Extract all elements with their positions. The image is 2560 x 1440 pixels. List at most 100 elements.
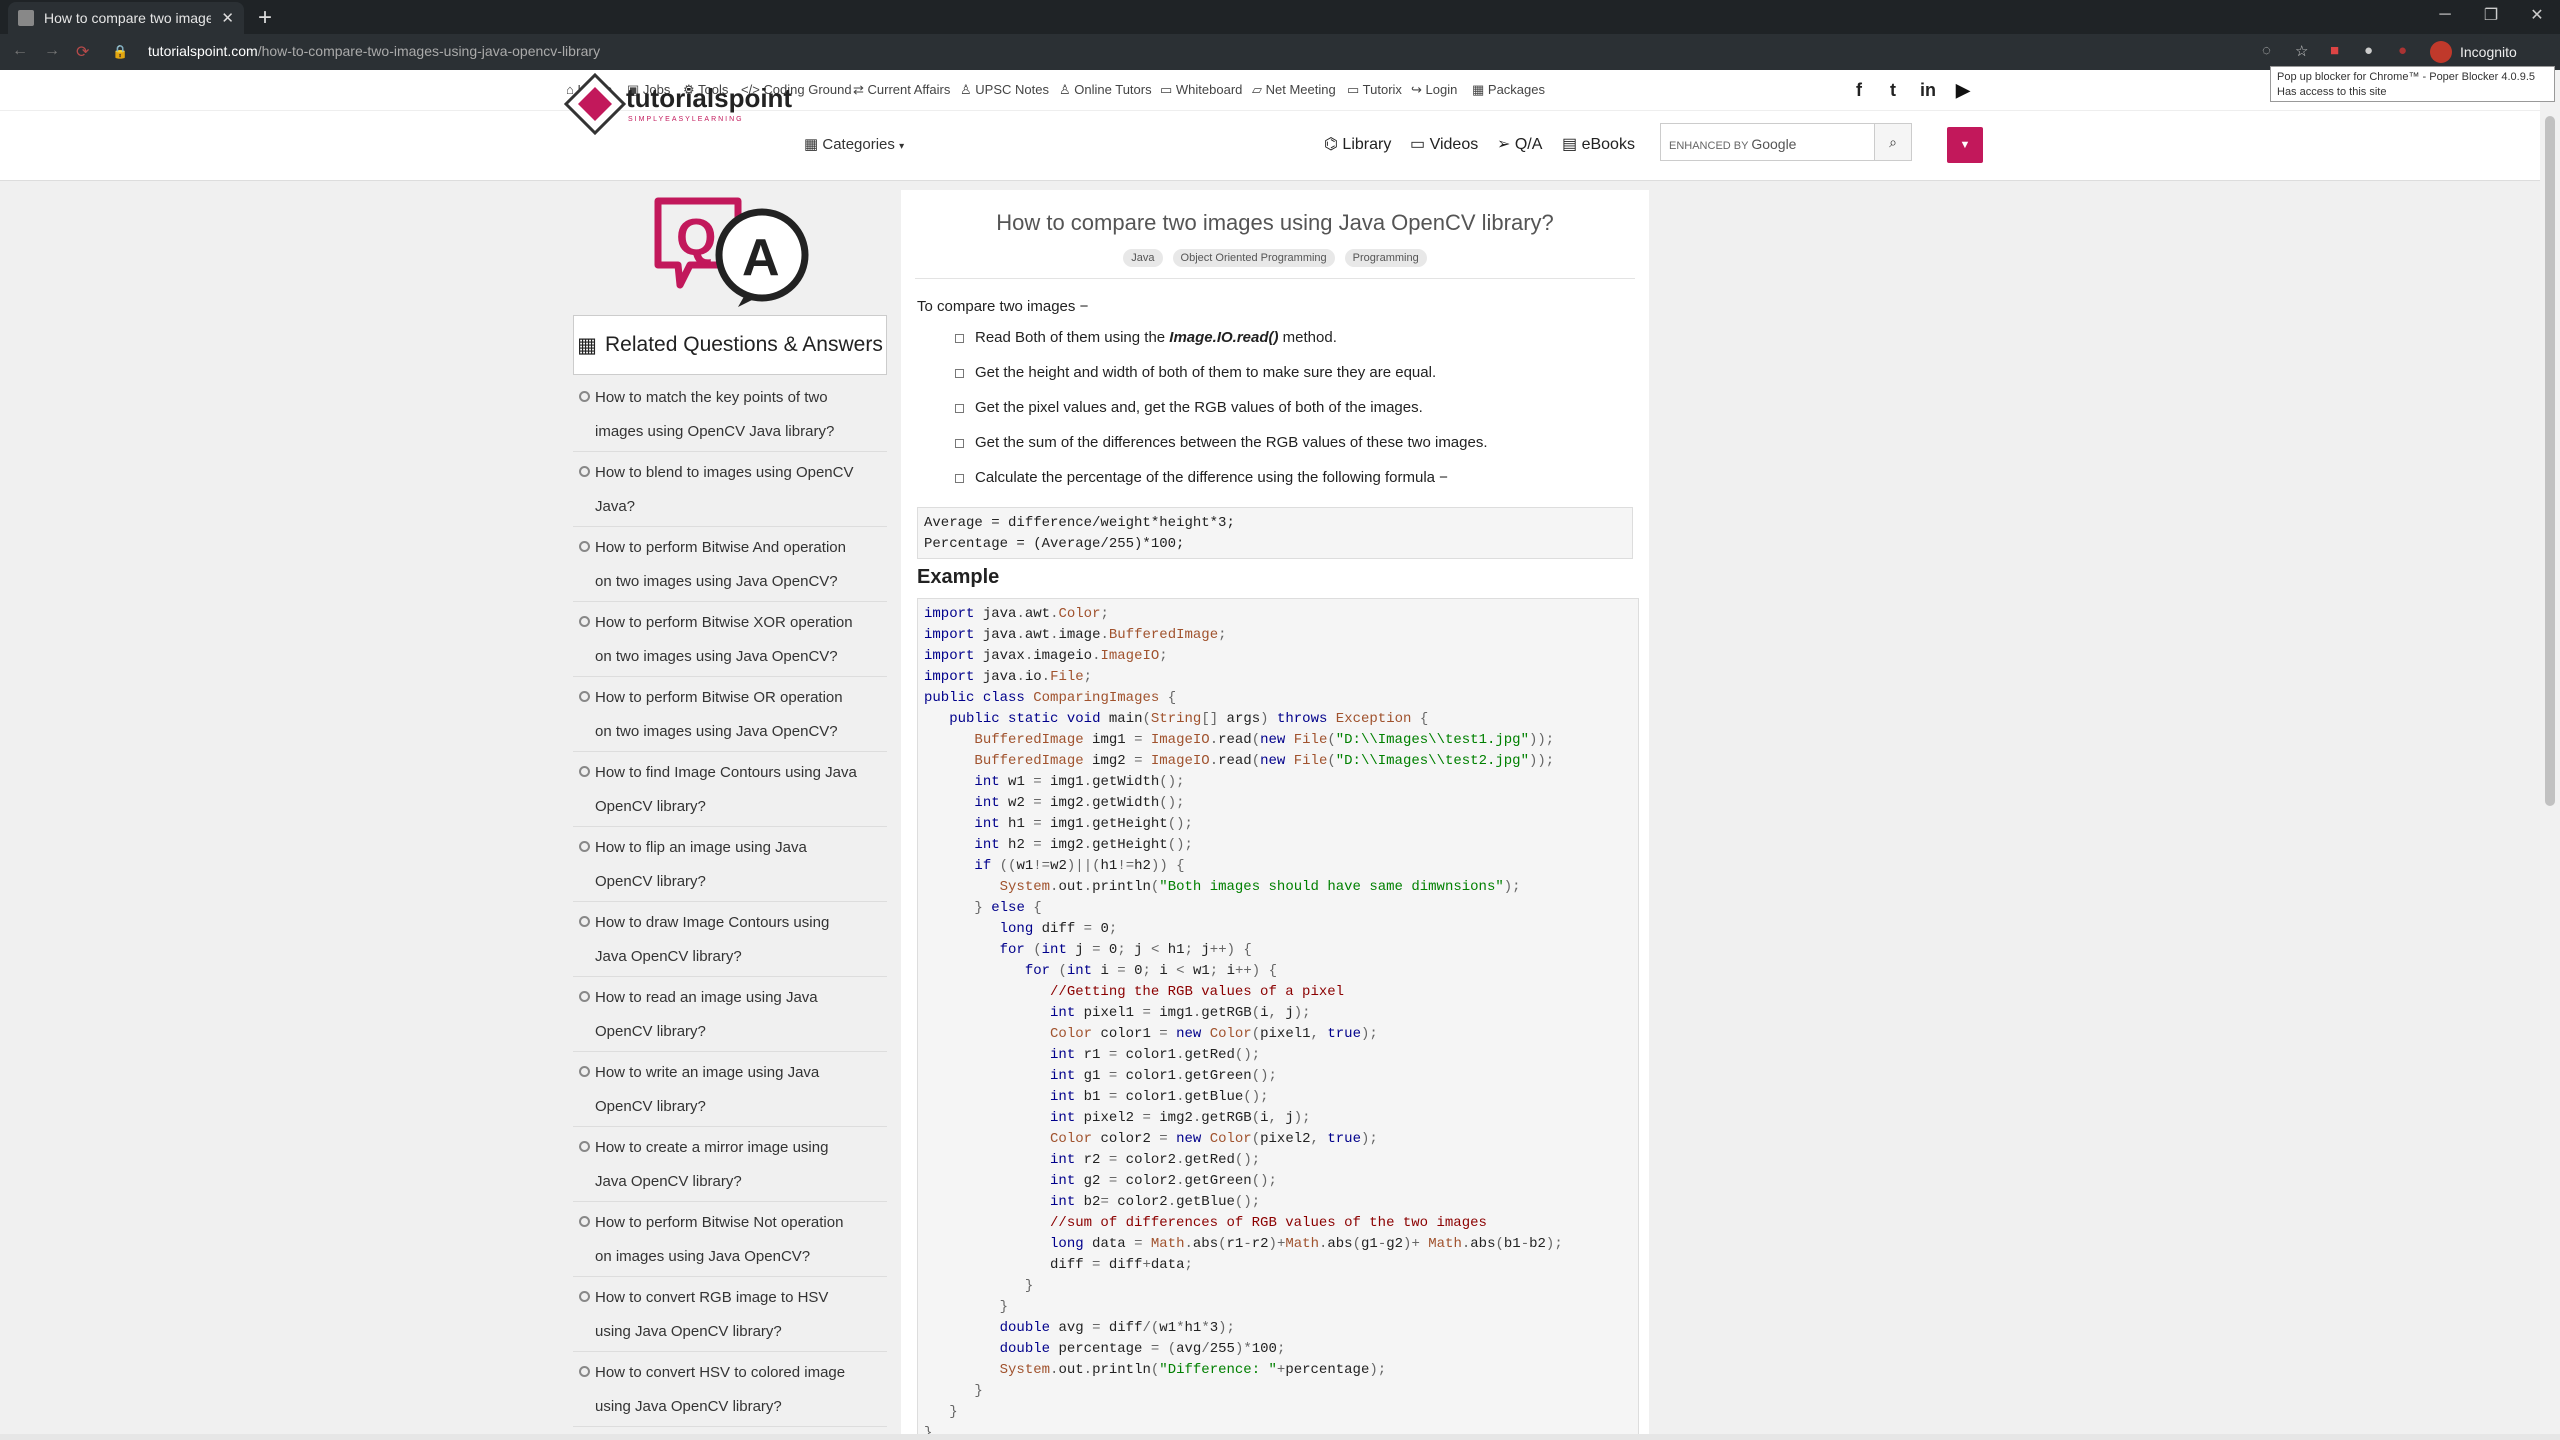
related-question-item[interactable]: How to convert HSV to colored image using… xyxy=(573,1352,887,1427)
qa-logo: Q A xyxy=(654,197,809,307)
related-question-item[interactable]: How to perform Bitwise XOR operation on t… xyxy=(573,602,887,677)
related-question-line-2: Java OpenCV library? xyxy=(595,1173,742,1190)
code-line: int w2 = img2.getWidth(); xyxy=(974,795,1185,811)
lock-icon[interactable]: 🔒 xyxy=(112,44,128,60)
related-question-item[interactable]: How to find Image Contours using Java Ope… xyxy=(573,752,887,827)
tutorialspoint-logo[interactable]: tutorialspoint SIMPLYEASYLEARNING xyxy=(564,73,794,135)
related-question-item[interactable]: How to draw Image Contours using Java Ope… xyxy=(573,902,887,977)
back-icon[interactable]: ← xyxy=(12,42,28,60)
related-question-line-1: How to perform Bitwise And operation xyxy=(595,539,846,556)
code-line: int h1 = img1.getHeight(); xyxy=(974,816,1193,832)
youtube-icon[interactable]: ▶ xyxy=(1956,80,1970,101)
code-line: int pixel2 = img2.getRGB(i, j); xyxy=(1050,1110,1311,1126)
star-icon[interactable]: ☆ xyxy=(2295,42,2308,60)
code-line: System.out.println("Difference: "+percen… xyxy=(999,1362,1387,1378)
nav-net-meeting[interactable]: ▱ Net Meeting xyxy=(1252,82,1336,98)
video-icon: ▭ xyxy=(1410,136,1426,153)
nav-upsc-notes[interactable]: ♙ UPSC Notes xyxy=(960,82,1049,98)
related-question-line-1: How to write an image using Java xyxy=(595,1064,820,1081)
code-line: if ((w1!=w2)||(h1!=h2)) { xyxy=(974,858,1185,874)
nav-qa[interactable]: ➢ Q/A xyxy=(1497,134,1542,154)
scrollbar-thumb[interactable] xyxy=(2545,116,2555,806)
code-line: for (int i = 0; i < w1; i++) { xyxy=(1024,963,1278,979)
related-question-item[interactable]: How to perform Bitwise OR operation on tw… xyxy=(573,677,887,752)
related-question-line-1: How to draw Image Contours using xyxy=(595,914,830,931)
favicon-icon xyxy=(18,10,34,26)
search-brand: Google xyxy=(1751,136,1797,152)
step-item: Calculate the percentage of the differen… xyxy=(951,466,1631,501)
linkedin-icon[interactable]: in xyxy=(1920,80,1936,101)
close-window-icon[interactable]: ✕ xyxy=(2514,0,2560,30)
related-question-item[interactable]: How to flip an image using Java OpenCV li… xyxy=(573,827,887,902)
minimize-icon[interactable]: ─ xyxy=(2422,0,2468,30)
related-question-item[interactable]: How to match the key points of two images… xyxy=(573,377,887,452)
related-question-line-2: using Java OpenCV library? xyxy=(595,1323,782,1340)
caret-down-icon: ▾ xyxy=(899,141,905,152)
eye-off-icon[interactable]: ◌ xyxy=(2262,42,2271,59)
tag-oop[interactable]: Object Oriented Programming xyxy=(1172,249,1335,267)
adblock-icon[interactable]: ■ xyxy=(2330,42,2339,59)
nav-login[interactable]: ↪ Login xyxy=(1411,82,1457,98)
code-line: int h2 = img2.getHeight(); xyxy=(974,837,1193,853)
url-host: tutorialspoint.com xyxy=(148,43,258,59)
nav-library[interactable]: ⌬ Library xyxy=(1324,134,1391,154)
code-line: //sum of differences of RGB values of th… xyxy=(924,1215,1487,1231)
incognito-indicator[interactable]: Incognito xyxy=(2430,41,2517,63)
nav-videos[interactable]: ▭ Videos xyxy=(1410,134,1478,154)
related-question-item[interactable]: How to create a mirror image using Java O… xyxy=(573,1127,887,1202)
nav-current-affairs[interactable]: ⇄ Current Affairs xyxy=(853,82,950,98)
reload-icon[interactable]: ⟳ xyxy=(76,42,89,62)
related-question-line-1: How to perform Bitwise XOR operation xyxy=(595,614,853,631)
facebook-icon[interactable]: f xyxy=(1856,80,1862,101)
code-line: int r2 = color2.getRed(); xyxy=(1050,1152,1261,1168)
related-heading-label: Related Questions & Answers xyxy=(605,333,883,356)
categories-dropdown[interactable]: ▦ Categories ▾ xyxy=(804,135,904,153)
scrollbar[interactable] xyxy=(2540,70,2560,1440)
related-question-line-2: on images using Java OpenCV? xyxy=(595,1248,811,1265)
code-line: Color color2 = new Color(pixel2, true); xyxy=(1050,1131,1378,1147)
related-question-line-2: images using OpenCV Java library? xyxy=(595,423,835,440)
restore-icon[interactable]: ❐ xyxy=(2468,0,2514,30)
grid-icon: ▦ xyxy=(804,136,819,153)
search-button[interactable]: ⌕ xyxy=(1874,123,1912,161)
related-question-item[interactable]: How to write an image using Java OpenCV l… xyxy=(573,1052,887,1127)
extension-icon[interactable]: ● xyxy=(2364,42,2373,59)
nav-tutorix[interactable]: ▭ Tutorix xyxy=(1347,82,1402,98)
tag-programming[interactable]: Programming xyxy=(1344,249,1427,267)
close-tab-icon[interactable]: ✕ xyxy=(221,9,234,27)
code-line: int g2 = color2.getGreen(); xyxy=(1050,1173,1277,1189)
code-line: //Getting the RGB values of a pixel xyxy=(924,984,1345,1000)
menu-toggle-button[interactable]: ▼ xyxy=(1947,127,1983,163)
nav-online-tutors[interactable]: ♙ Online Tutors xyxy=(1059,82,1152,98)
related-question-item[interactable]: How to perform Bitwise Not operation on i… xyxy=(573,1202,887,1277)
nav-login-label: Login xyxy=(1425,82,1458,97)
code-line: } else { xyxy=(974,900,1042,916)
step-list: Read Both of them using the Image.IO.rea… xyxy=(951,326,1631,501)
code-line: int b2= color2.getBlue(); xyxy=(1050,1194,1261,1210)
search-input[interactable]: ENHANCED BY Google xyxy=(1660,123,1876,161)
nav-packages[interactable]: ▦ Packages xyxy=(1472,82,1545,98)
related-question-item[interactable]: How to read an image using Java OpenCV li… xyxy=(573,977,887,1052)
step-emphasis: Image.IO.read() xyxy=(1169,329,1279,346)
nav-whiteboard[interactable]: ▭ Whiteboard xyxy=(1160,82,1242,98)
popup-blocker-icon[interactable]: ● xyxy=(2398,42,2407,59)
new-tab-icon[interactable]: + xyxy=(258,4,272,32)
book-icon: ▤ xyxy=(1562,136,1578,153)
bottom-edge xyxy=(0,1434,2560,1440)
url-field[interactable]: tutorialspoint.com/how-to-compare-two-im… xyxy=(148,43,600,59)
code-line: BufferedImage img1 = ImageIO.read(new Fi… xyxy=(974,732,1555,748)
related-question-item[interactable]: How to perform Bitwise And operation on t… xyxy=(573,527,887,602)
code-line: } xyxy=(999,1299,1009,1315)
forward-icon[interactable]: → xyxy=(44,42,60,60)
main-navigation xyxy=(0,111,2540,181)
formula-block: Average = difference/weight*height*3; Pe… xyxy=(917,507,1633,559)
related-questions-list: How to match the key points of two images… xyxy=(573,377,887,1427)
related-question-item[interactable]: How to convert RGB image to HSV using Jav… xyxy=(573,1277,887,1352)
nav-ebooks[interactable]: ▤ eBooks xyxy=(1562,134,1635,154)
code-line: } xyxy=(949,1404,958,1420)
tag-java[interactable]: Java xyxy=(1123,249,1163,267)
related-question-item[interactable]: How to blend to images using OpenCV Java? xyxy=(573,452,887,527)
browser-tab[interactable]: How to compare two images us ✕ xyxy=(8,2,244,34)
twitter-icon[interactable]: t xyxy=(1890,80,1896,101)
formula-line-2: Percentage = (Average/255)*100; xyxy=(924,536,1185,552)
